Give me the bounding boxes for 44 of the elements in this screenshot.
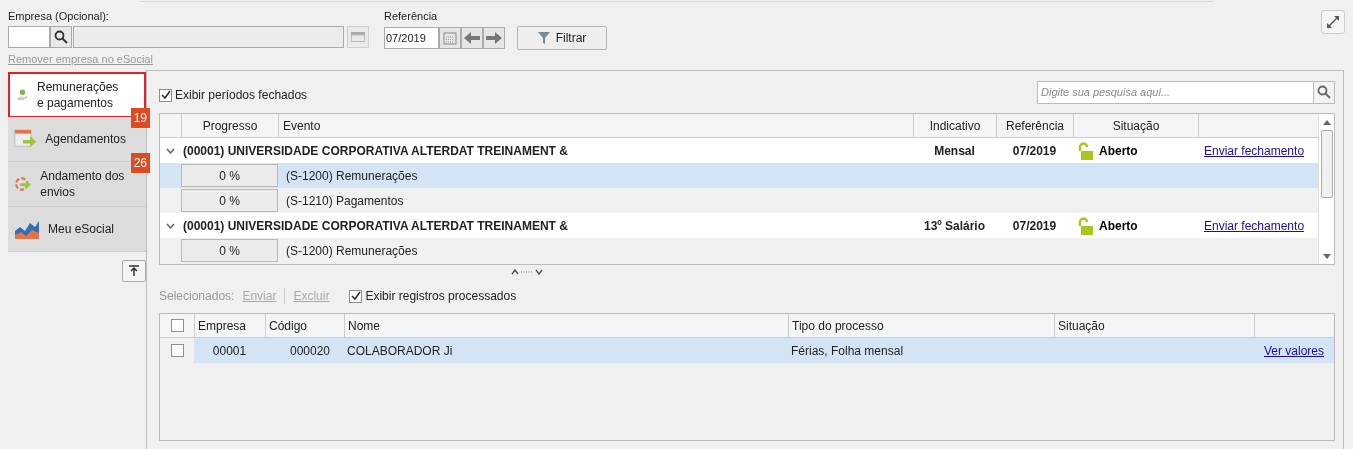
table-cell-text: COLABORADOR Ji	[346, 342, 454, 360]
column-header[interactable]: Referência	[996, 114, 1073, 137]
checkbox-label: Exibir registros processados	[365, 288, 517, 305]
column-header[interactable]: Evento	[278, 114, 913, 137]
table-row[interactable]: 00001 000020 COLABORADOR Ji Férias, Folha mensal Ver valores	[194, 338, 1334, 363]
table-cell-text: 07/2019	[1011, 142, 1058, 160]
group-title: (00001) UNIVERSIDADE CORPORATIVA ALTERDAT TREINAMENT &	[182, 142, 569, 160]
column-header[interactable]: Nome	[344, 314, 788, 337]
field-label: Referência	[384, 9, 439, 24]
column-header[interactable]: Empresa	[194, 314, 265, 337]
search-field[interactable]: Digite sua pesquisa aqui...	[1037, 80, 1314, 104]
event-name: (S-1200) Remunerações	[285, 167, 419, 185]
column-header[interactable]: Situação	[1054, 314, 1254, 337]
field-label: Empresa (Opcional):	[8, 9, 110, 24]
view-values-link[interactable]: Ver valores	[1254, 341, 1334, 360]
column-header[interactable]: Código	[265, 314, 344, 337]
reference-field[interactable]: 07/2019	[384, 26, 439, 49]
progress-cell: 0 %	[181, 189, 278, 212]
count-badge: 26	[130, 153, 150, 173]
sidebar-item[interactable]: Meu eSocial	[8, 207, 146, 252]
event-name: (S-1200) Remunerações	[285, 242, 419, 260]
column-header[interactable]: Progresso	[181, 114, 278, 137]
table-cell-text: 00001	[211, 342, 248, 360]
status-text: Aberto	[1099, 142, 1138, 160]
filter-button[interactable]: Filtrar	[517, 25, 607, 50]
column-header[interactable]: Tipo do processo	[788, 314, 1054, 337]
event-row[interactable]: 0 % (S-1200) Remunerações	[160, 163, 1318, 188]
table-cell-text: Mensal	[933, 142, 976, 160]
progress-cell: 0 %	[181, 239, 278, 262]
table-cell-text: 000020	[288, 342, 331, 360]
event-name: (S-1210) Pagamentos	[285, 192, 405, 210]
progress-cell: 0 %	[181, 164, 278, 187]
table-cell-text: Férias, Folha mensal	[790, 342, 905, 360]
checkbox-label: Exibir períodos fechados	[175, 87, 308, 104]
table-cell-text: 07/2019	[1011, 217, 1058, 235]
column-header[interactable]: Indicativo	[913, 114, 996, 137]
send-closing-link[interactable]: Enviar fechamento	[1198, 141, 1318, 160]
count-badge: 19	[130, 108, 150, 128]
column-header[interactable]: Situação	[1073, 114, 1198, 137]
group-title: (00001) UNIVERSIDADE CORPORATIVA ALTERDAT TREINAMENT &	[182, 217, 569, 235]
selection-label: Selecionados:	[159, 288, 235, 305]
table-cell-text: 13º Salário	[922, 217, 987, 235]
status-text: Aberto	[1099, 217, 1138, 235]
send-closing-link[interactable]: Enviar fechamento	[1198, 216, 1318, 235]
